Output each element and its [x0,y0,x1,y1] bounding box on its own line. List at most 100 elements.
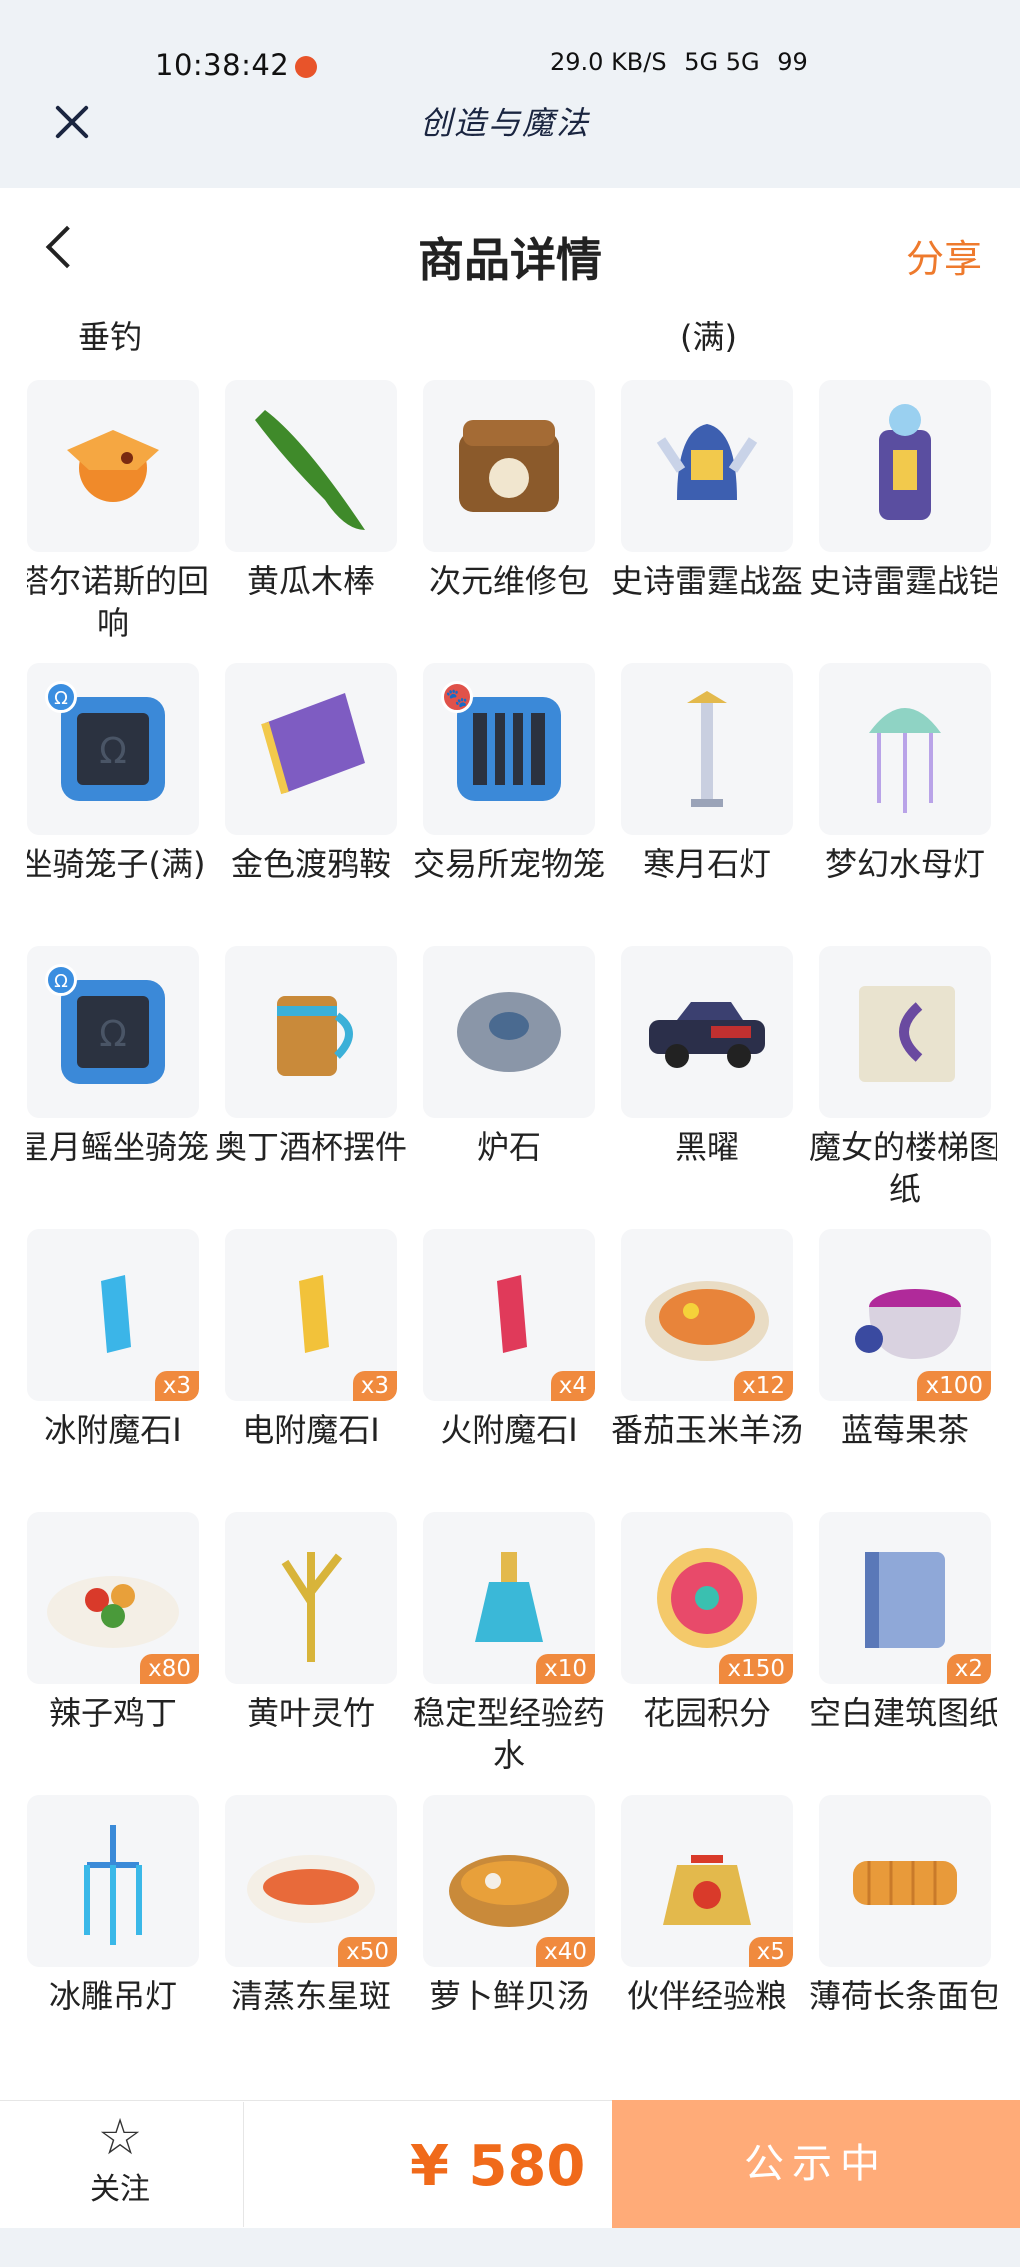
svg-text:Ω: Ω [99,731,127,772]
quantity-badge: x2 [946,1654,991,1684]
item-thumbnail: x12 [621,1229,793,1401]
item-card[interactable]: 史诗雷霆战铠 [809,380,997,652]
net-speed: 29.0 KB/S [550,48,667,76]
gesture-bar [0,2228,1020,2267]
armor-icon [879,404,931,520]
item-card[interactable]: 🐾 交易所宠物笼 [413,663,605,935]
corner-badge-icon: Ω [45,681,77,713]
item-name: 电附魔石I [242,1411,380,1449]
item-name: 次元维修包 [428,562,589,600]
item-card[interactable]: x50 清蒸东星斑 [225,1795,397,2067]
bamboo-icon [281,1552,343,1662]
partial-item-label: 垂钓 [78,318,143,356]
item-name: 稳定型经验药水 [413,1694,606,1774]
jellyfish-lamp-icon [869,708,941,813]
item-thumbnail [621,380,793,552]
item-thumbnail [27,1795,199,1967]
publicity-status-button[interactable]: 公示中 [612,2100,1020,2228]
dragon-icon [67,430,159,502]
item-card[interactable]: x80 辣子鸡丁 [27,1512,199,1784]
item-thumbnail: x3 [27,1229,199,1401]
cucumber-icon [255,410,365,530]
item-thumbnail: ΩΩ [27,663,199,835]
quantity-badge: x100 [917,1371,991,1401]
quantity-badge: x5 [748,1937,793,1967]
item-thumbnail [423,946,595,1118]
page-title: 商品详情 [418,233,602,287]
item-card[interactable]: x150 花园积分 [621,1512,793,1784]
item-thumbnail [225,663,397,835]
star-icon: ☆ [97,2108,143,2166]
item-thumbnail [819,380,991,552]
item-card[interactable]: 寒月石灯 [621,663,793,935]
item-card[interactable]: 魔女的楼梯图纸 [809,946,997,1218]
item-name: 清蒸东星斑 [230,1977,391,2015]
item-card[interactable]: x5 伙伴经验粮 [621,1795,793,2067]
bread-icon [853,1861,957,1905]
item-thumbnail [819,1795,991,1967]
app-logo: 创造与魔法 [420,104,591,142]
follow-button[interactable]: ☆ 关注 [50,2110,190,2208]
corner-badge-icon: 🐾 [441,681,473,713]
item-card[interactable]: Ω Ω 星月鳐坐骑笼 [27,946,209,1218]
item-card[interactable]: 塔尔诺斯的回响 [27,380,209,652]
battery-icon: 99 [777,48,808,76]
follow-label: 关注 [90,2172,150,2207]
item-name: 萝卜鲜贝汤 [428,1977,589,2015]
item-card[interactable]: x3 电附魔石I [225,1229,397,1501]
item-name: 梦幻水母灯 [824,845,985,883]
item-card[interactable]: 炉石 [423,946,595,1218]
chandelier-icon [84,1825,142,1945]
close-icon[interactable] [50,100,94,144]
saddle-icon [261,693,365,795]
item-name: 坐骑笼子(满) [27,845,206,883]
item-thumbnail: 🐾 [423,663,595,835]
item-thumbnail: x100 [819,1229,991,1401]
item-card[interactable]: 梦幻水母灯 [819,663,991,935]
corner-badge-icon: Ω [45,964,77,996]
item-thumbnail [27,380,199,552]
item-thumbnail: x3 [225,1229,397,1401]
item-name: 星月鳐坐骑笼 [27,1128,210,1166]
quantity-badge: x3 [352,1371,397,1401]
item-card[interactable]: Ω Ω 坐骑笼子(满) [27,663,205,935]
item-card[interactable]: 黑曜 [621,946,793,1218]
item-thumbnail: x80 [27,1512,199,1684]
svg-text:Ω: Ω [99,1014,127,1055]
quantity-badge: x10 [536,1654,595,1684]
status-icons: 29.0 KB/S 5G 5G 99 [550,48,818,76]
quantity-badge: x50 [338,1937,397,1967]
item-card[interactable]: 奥丁酒杯摆件 [215,946,407,1218]
item-card[interactable]: x4 火附魔石I [423,1229,595,1501]
item-name: 空白建筑图纸 [809,1694,997,1732]
signal-icon: 5G 5G [684,48,760,76]
item-card[interactable]: x10 稳定型经验药水 [413,1512,605,1784]
item-thumbnail [621,946,793,1118]
item-card[interactable]: 次元维修包 [423,380,595,652]
item-card[interactable]: x100 蓝莓果茶 [819,1229,991,1501]
item-name: 史诗雷霆战盔 [611,562,804,600]
item-card[interactable]: x2 空白建筑图纸 [809,1512,997,1784]
item-thumbnail: x150 [621,1512,793,1684]
item-card[interactable]: 薄荷长条面包 [809,1795,997,2067]
quantity-badge: x12 [734,1371,793,1401]
item-thumbnail [423,380,595,552]
item-name: 冰附魔石I [44,1411,182,1449]
item-card[interactable]: 史诗雷霆战盔 [611,380,803,652]
item-grid: 塔尔诺斯的回响 黄瓜木棒 次元维修包 史诗雷霆战盔 史诗雷霆战铠 Ω Ω 坐骑笼子(满) 金色渡… [27,380,997,2100]
item-name: 黄叶灵竹 [246,1694,375,1732]
share-button[interactable]: 分享 [906,228,982,283]
item-card[interactable]: 冰雕吊灯 [27,1795,199,2067]
item-thumbnail [225,1512,397,1684]
item-card[interactable]: x12 番茄玉米羊汤 [611,1229,803,1501]
app-top-bar [0,0,1020,188]
item-card[interactable]: 黄叶灵竹 [225,1512,397,1784]
item-card[interactable]: x40 萝卜鲜贝汤 [423,1795,595,2067]
repair-bag-icon [459,420,559,512]
item-name: 炉石 [476,1128,541,1166]
item-card[interactable]: x3 冰附魔石I [27,1229,199,1501]
item-name: 史诗雷霆战铠 [809,562,997,600]
item-card[interactable]: 金色渡鸦鞍 [225,663,397,935]
quantity-badge: x80 [140,1654,199,1684]
item-card[interactable]: 黄瓜木棒 [225,380,397,652]
